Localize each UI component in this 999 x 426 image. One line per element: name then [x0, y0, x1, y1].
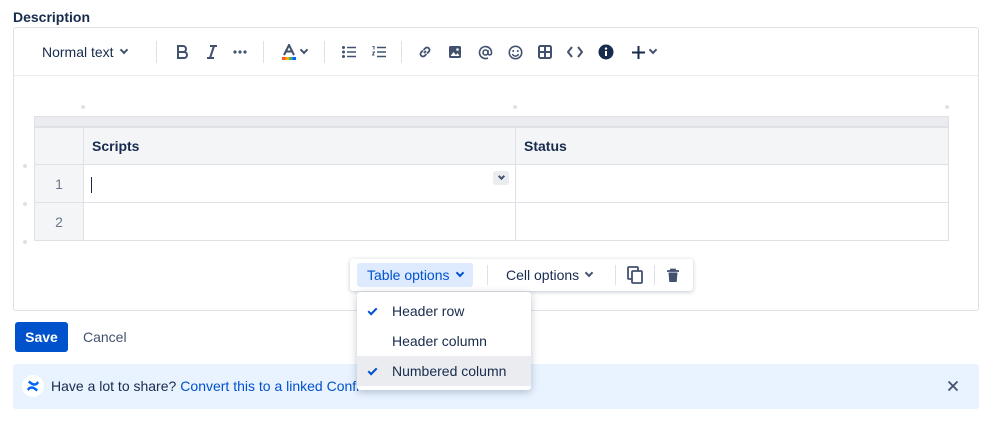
- chevron-down-icon: [299, 45, 308, 55]
- insert-more-button[interactable]: [628, 40, 660, 64]
- delete-table-button[interactable]: [660, 263, 686, 287]
- menu-item-header-row[interactable]: Header row: [357, 296, 531, 326]
- toolbar-divider: [156, 41, 157, 63]
- text-cursor: [91, 177, 92, 193]
- code-icon: [567, 46, 583, 58]
- image-button[interactable]: [443, 40, 467, 64]
- convert-link[interactable]: Convert this to a linked Confl: [180, 378, 359, 394]
- menu-item-label: Header column: [392, 333, 487, 349]
- table-options-menu: Header row Header column Numbered column: [357, 292, 531, 390]
- chevron-down-icon: [119, 45, 128, 55]
- header-cell-scripts[interactable]: Scripts: [83, 127, 516, 165]
- trash-icon: [667, 268, 679, 282]
- bold-icon: [177, 45, 188, 59]
- toolbar-divider: [615, 265, 616, 285]
- save-button[interactable]: Save: [15, 322, 68, 352]
- table-cell-active[interactable]: [83, 164, 516, 203]
- text-color-icon: [281, 44, 296, 60]
- description-label: Description: [13, 9, 91, 25]
- menu-item-label: Numbered column: [392, 363, 507, 379]
- menu-item-label: Header row: [392, 303, 465, 319]
- bold-button[interactable]: [170, 40, 194, 64]
- link-icon: [419, 46, 431, 58]
- copy-table-button[interactable]: [621, 263, 649, 287]
- bullet-list-icon: [342, 46, 356, 58]
- close-icon: [947, 380, 959, 392]
- emoji-icon: [508, 45, 522, 59]
- text-style-dropdown[interactable]: Normal text: [42, 40, 128, 64]
- table-cell[interactable]: [83, 202, 516, 241]
- table-options-label: Table options: [367, 267, 450, 283]
- check-icon: [367, 365, 378, 376]
- mention-button[interactable]: [473, 40, 497, 64]
- more-formatting-icon: [233, 50, 247, 54]
- chevron-down-icon: [455, 268, 464, 278]
- text-color-button[interactable]: [278, 40, 310, 64]
- table-icon: [538, 45, 552, 59]
- row-number-cell: 1: [34, 164, 84, 203]
- toolbar-divider: [263, 41, 264, 63]
- header-label: Scripts: [92, 138, 140, 154]
- italic-button[interactable]: [200, 40, 224, 64]
- table-floating-toolbar: Table options Cell options: [350, 259, 693, 291]
- italic-icon: [207, 45, 217, 59]
- row-insert-dot[interactable]: [23, 240, 27, 244]
- column-insert-dot[interactable]: [81, 105, 85, 109]
- column-controls-bar[interactable]: [34, 116, 949, 127]
- confluence-logo-icon: [22, 375, 44, 397]
- column-insert-dot[interactable]: [513, 105, 517, 109]
- toolbar-divider: [324, 41, 325, 63]
- column-insert-dot[interactable]: [945, 105, 949, 109]
- info-icon: [598, 44, 614, 60]
- mention-icon: [478, 45, 492, 59]
- table-cell[interactable]: [515, 202, 949, 241]
- code-button[interactable]: [563, 40, 587, 64]
- banner-message: Have a lot to share? Convert this to a li…: [51, 378, 359, 394]
- emoji-button[interactable]: [503, 40, 527, 64]
- image-icon: [449, 46, 461, 58]
- table-corner-cell[interactable]: [34, 127, 84, 165]
- cell-options-toggle[interactable]: [493, 171, 509, 185]
- bullet-list-button[interactable]: [337, 40, 361, 64]
- header-cell-status[interactable]: Status: [515, 127, 949, 165]
- copy-icon: [627, 266, 643, 284]
- link-button[interactable]: [413, 40, 437, 64]
- toolbar-divider: [487, 265, 488, 285]
- cell-options-button[interactable]: Cell options: [496, 263, 602, 287]
- check-icon: [367, 305, 378, 316]
- chevron-down-icon: [584, 268, 594, 278]
- row-number: 2: [55, 213, 63, 230]
- insert-plus-icon: [632, 45, 645, 59]
- numbered-list-button[interactable]: [367, 40, 391, 64]
- info-panel-button[interactable]: [594, 40, 618, 64]
- more-formatting-button[interactable]: [228, 40, 252, 64]
- menu-item-header-column[interactable]: Header column: [357, 326, 531, 356]
- toolbar-divider: [654, 265, 655, 285]
- header-label: Status: [524, 138, 567, 154]
- table-button[interactable]: [533, 40, 557, 64]
- row-number: 1: [55, 175, 63, 192]
- text-style-label: Normal text: [42, 44, 114, 60]
- row-insert-dot[interactable]: [23, 202, 27, 206]
- chevron-down-icon: [497, 172, 505, 181]
- banner-text: Have a lot to share?: [51, 378, 177, 394]
- row-number-cell: 2: [34, 202, 84, 241]
- chevron-down-icon: [648, 45, 658, 55]
- table-options-button[interactable]: Table options: [357, 263, 473, 287]
- editor-toolbar: Normal text: [14, 28, 978, 76]
- cell-options-label: Cell options: [506, 267, 580, 283]
- table-cell[interactable]: [515, 164, 949, 203]
- cancel-button[interactable]: Cancel: [76, 322, 134, 352]
- close-banner-button[interactable]: [945, 378, 961, 394]
- toolbar-divider: [401, 41, 402, 63]
- numbered-list-icon: [372, 46, 386, 58]
- row-insert-dot[interactable]: [23, 164, 27, 168]
- menu-item-numbered-column[interactable]: Numbered column: [357, 356, 531, 386]
